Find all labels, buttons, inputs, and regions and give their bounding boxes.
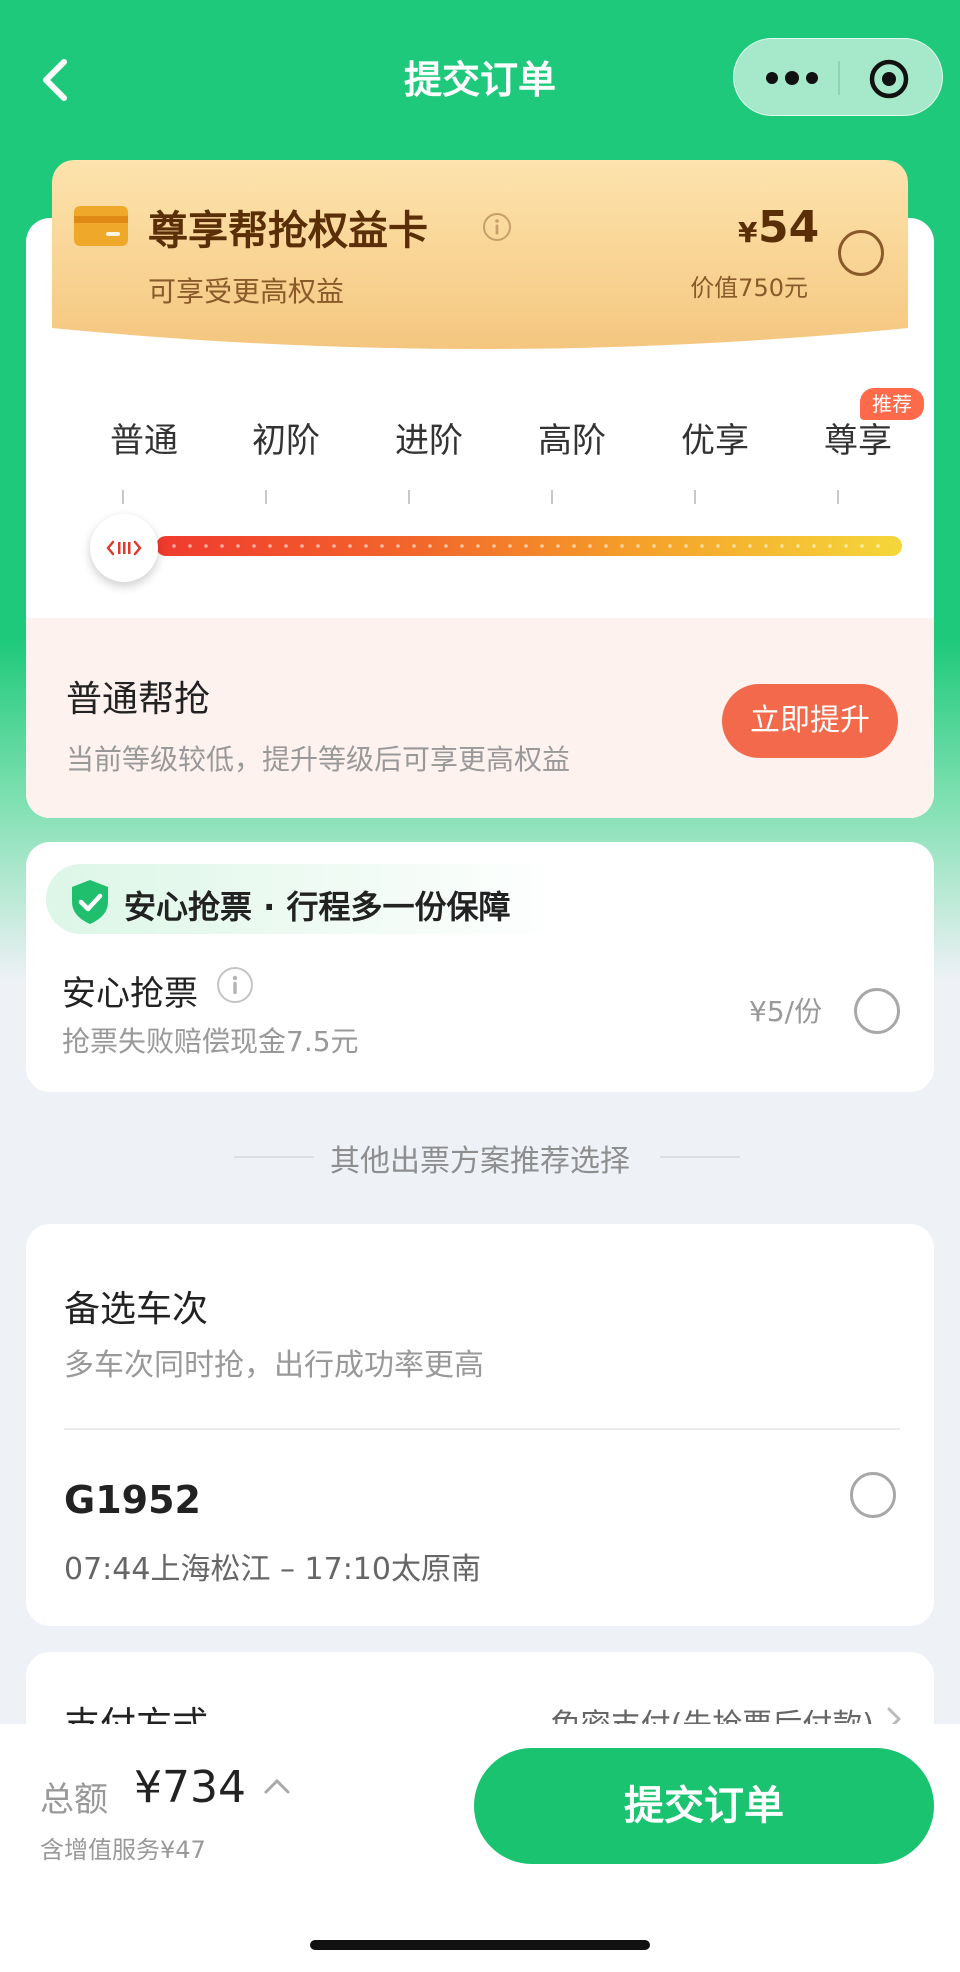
- level-tick: [837, 490, 839, 504]
- bottom-action-bar: 总额 ¥734 含增值服务¥47 提交订单: [0, 1724, 960, 1972]
- train-number: G1952: [64, 1478, 201, 1522]
- more-dots-icon[interactable]: [762, 64, 822, 92]
- submit-order-button[interactable]: 提交订单: [474, 1748, 934, 1864]
- member-card-subtitle: 可享受更高权益: [148, 275, 345, 308]
- level-label[interactable]: 普通: [84, 413, 204, 462]
- chevron-up-icon[interactable]: [262, 1776, 292, 1796]
- slider-track-dots: [166, 544, 886, 548]
- total-amount[interactable]: ¥734: [134, 1762, 246, 1813]
- member-card-radio[interactable]: [838, 230, 884, 276]
- grip-icon: [106, 540, 142, 556]
- price-symbol: ¥: [738, 216, 758, 249]
- level-tick: [265, 490, 267, 504]
- current-level-desc: 当前等级较低，提升等级后可享更高权益: [66, 743, 571, 776]
- alternate-separator: [64, 1428, 900, 1430]
- train-route: 07:44上海松江 – 17:10太原南: [64, 1552, 481, 1587]
- member-card-price: 54: [758, 202, 820, 253]
- total-label: 总额: [40, 1780, 108, 1820]
- home-indicator: [310, 1940, 650, 1950]
- level-labels: 普通 初阶 进阶 高阶 优享 尊享: [26, 413, 934, 473]
- level-label[interactable]: 尊享: [798, 413, 918, 462]
- current-level-panel: 普通帮抢 当前等级较低，提升等级后可享更高权益 立即提升: [26, 618, 934, 818]
- protection-header: 安心抢票 · 行程多一份保障: [124, 888, 511, 926]
- shield-check-icon: [72, 880, 108, 924]
- card-icon: [74, 206, 128, 246]
- protection-price: ¥5/份: [749, 995, 823, 1028]
- level-tick: [551, 490, 553, 504]
- protection-radio[interactable]: [854, 988, 900, 1034]
- member-card-title: 尊享帮抢权益卡: [148, 208, 428, 254]
- protection-name: 安心抢票: [62, 974, 198, 1014]
- total-note: 含增值服务¥47: [40, 1836, 206, 1864]
- close-target-icon[interactable]: [867, 57, 911, 101]
- protection-desc: 抢票失败赔偿现金7.5元: [62, 1025, 359, 1058]
- miniprogram-capsule: [733, 38, 943, 116]
- nav-bar: 提交订单: [0, 30, 960, 130]
- level-tick: [122, 490, 124, 504]
- info-icon[interactable]: [216, 966, 254, 1004]
- current-level-name: 普通帮抢: [66, 679, 211, 720]
- level-label[interactable]: 高阶: [512, 413, 632, 462]
- level-label[interactable]: 进阶: [369, 413, 489, 462]
- train-radio[interactable]: [850, 1472, 896, 1518]
- section-divider-text: 其他出票方案推荐选择: [330, 1144, 630, 1179]
- alternate-title: 备选车次: [64, 1289, 209, 1330]
- level-label[interactable]: 初阶: [226, 413, 346, 462]
- level-slider-thumb[interactable]: [90, 514, 158, 582]
- info-icon[interactable]: [482, 212, 512, 242]
- upgrade-button[interactable]: 立即提升: [722, 684, 898, 758]
- level-label[interactable]: 优享: [655, 413, 775, 462]
- capsule-divider: [838, 61, 840, 95]
- alternate-trains-card: 备选车次 多车次同时抢，出行成功率更高 G1952 07:44上海松江 – 17…: [26, 1224, 934, 1626]
- member-card-worth: 价值750元: [690, 274, 808, 302]
- divider-line-right: [660, 1156, 740, 1158]
- level-tick: [408, 490, 410, 504]
- alternate-desc: 多车次同时抢，出行成功率更高: [64, 1348, 484, 1383]
- protection-card: 安心抢票 · 行程多一份保障 安心抢票 抢票失败赔偿现金7.5元 ¥5/份: [26, 842, 934, 1092]
- level-tick: [694, 490, 696, 504]
- member-card-banner[interactable]: 尊享帮抢权益卡 可享受更高权益 ¥ 54 价值750元: [52, 160, 908, 356]
- recommend-badge: 推荐: [860, 388, 924, 420]
